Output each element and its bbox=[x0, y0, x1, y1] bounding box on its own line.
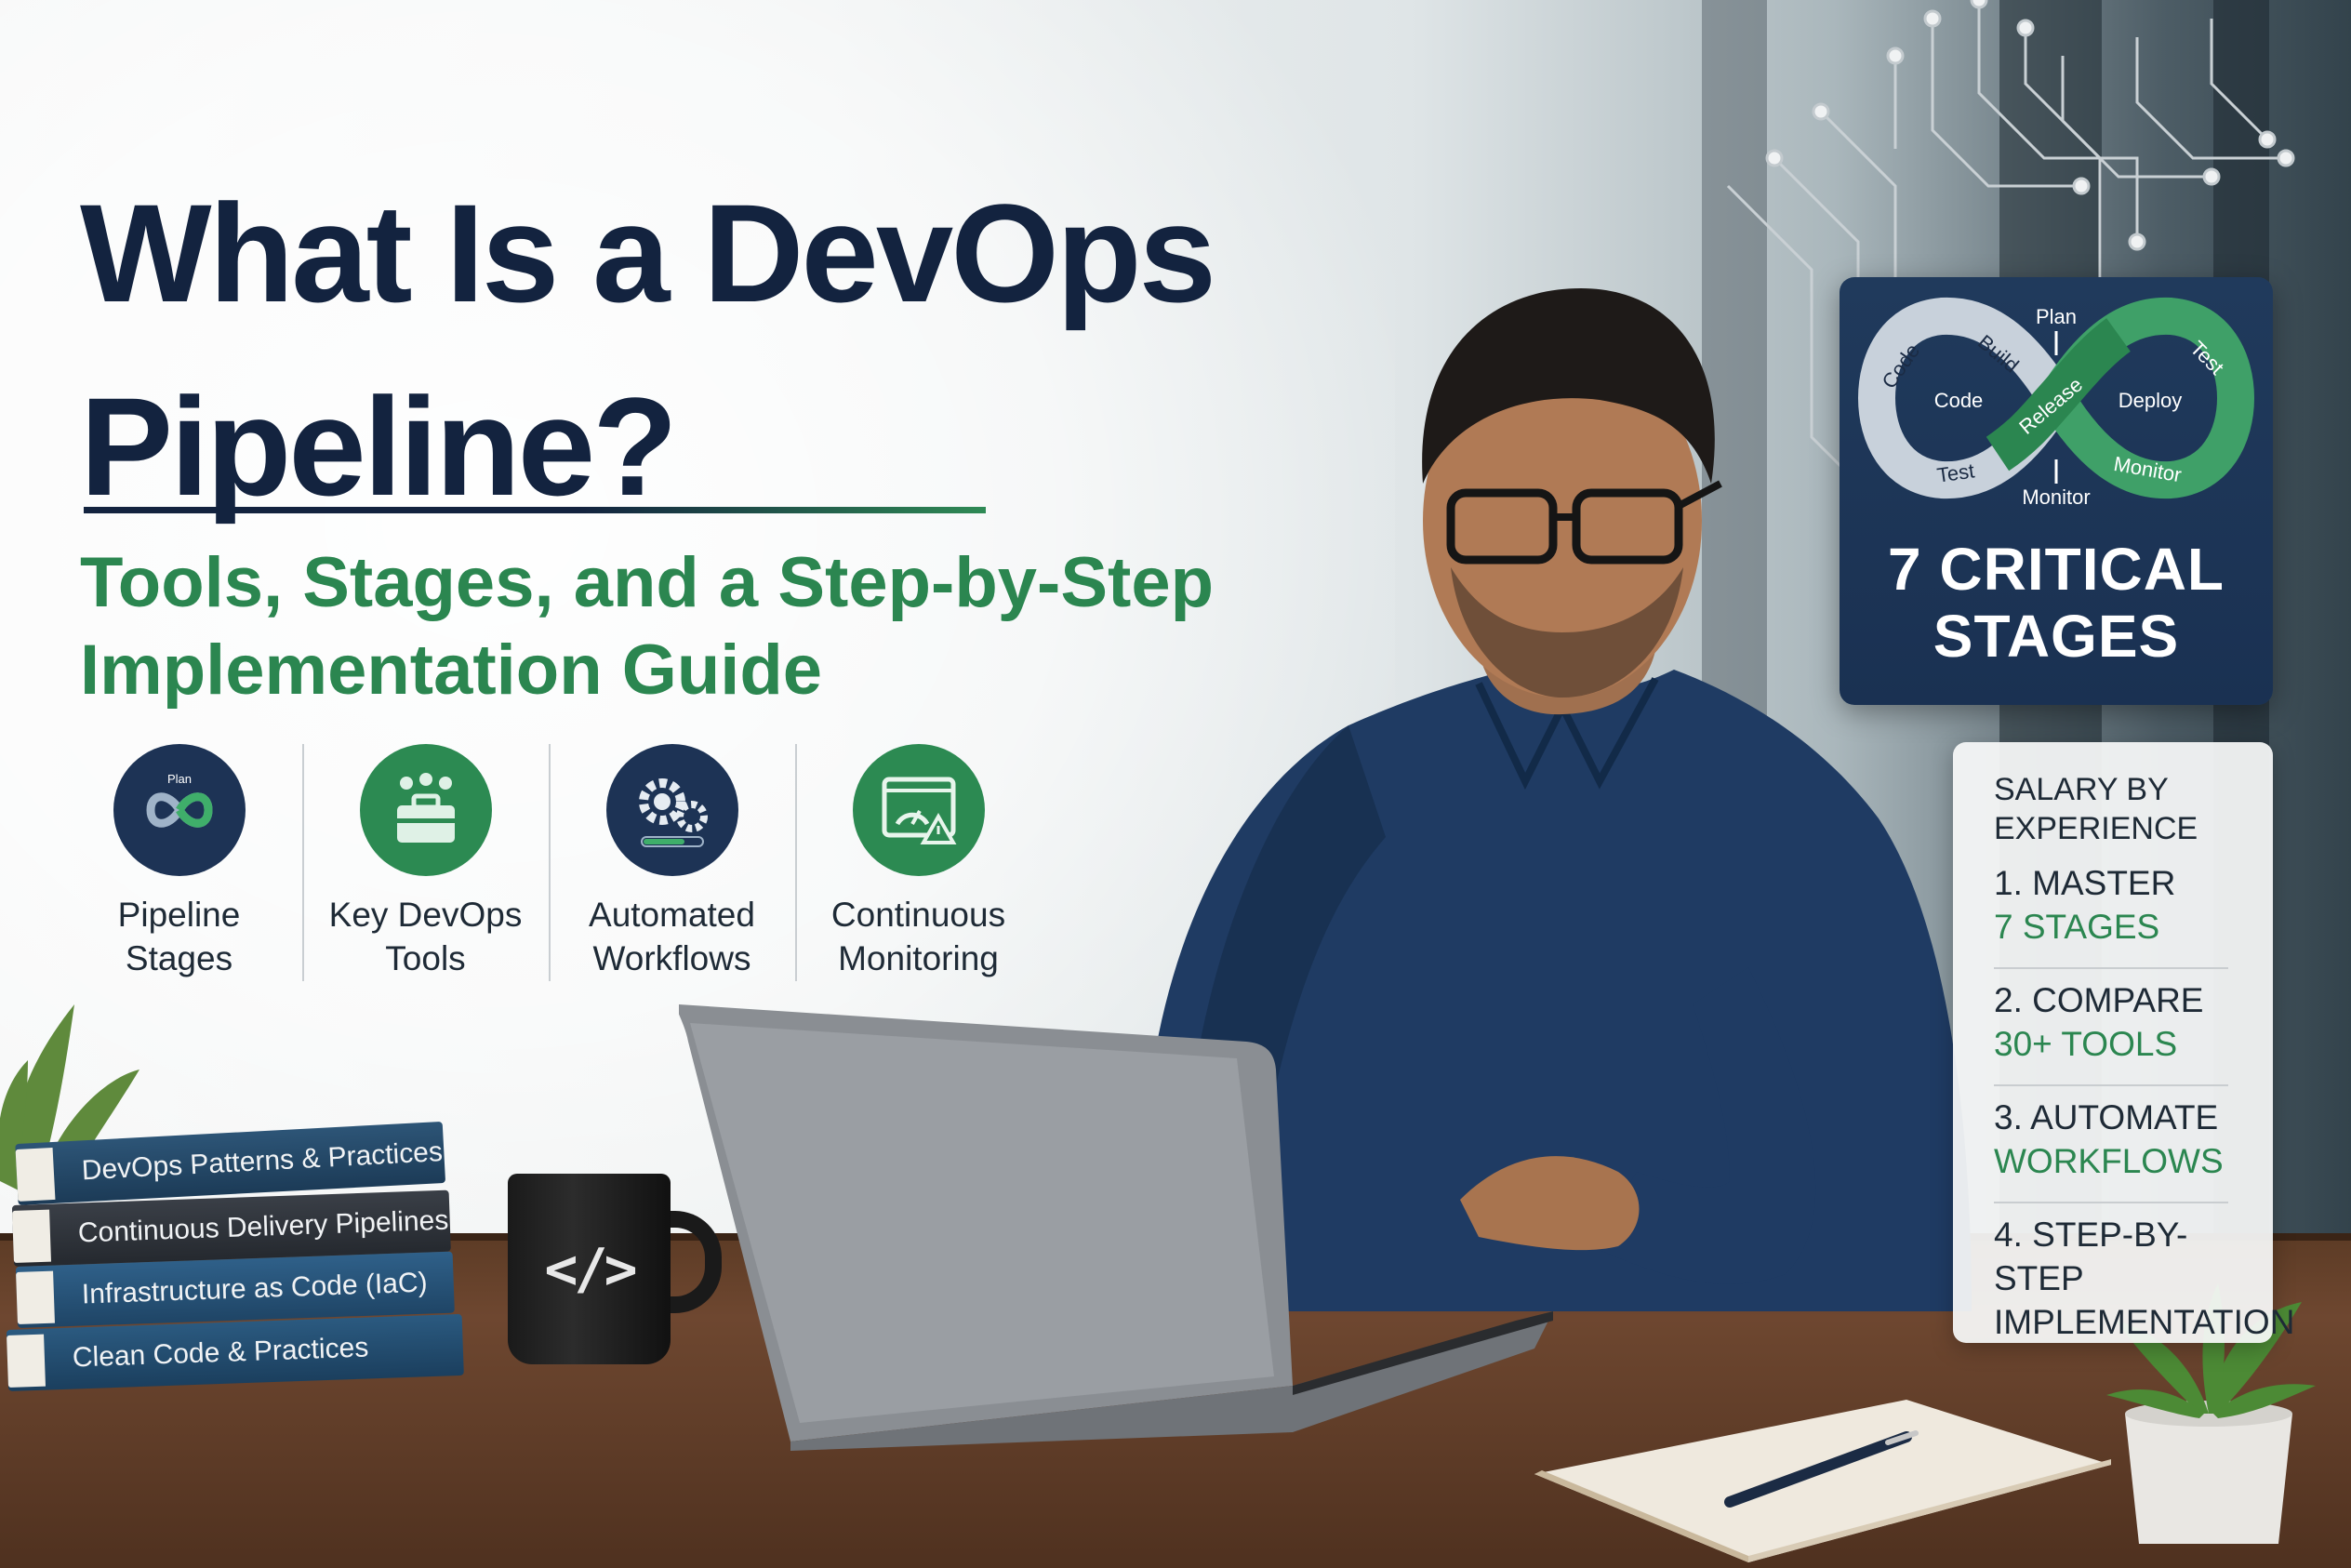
feature-label-line-1: Automated bbox=[589, 896, 755, 934]
book-title: Clean Code & Practices bbox=[72, 1332, 369, 1374]
book-title: Infrastructure as Code (IaC) bbox=[81, 1267, 429, 1310]
checklist-divider bbox=[1994, 1202, 2228, 1203]
checklist-item: 3. AUTOMATE WORKFLOWS bbox=[1994, 1096, 2264, 1183]
book-pages bbox=[16, 1270, 55, 1324]
feature-label-line-1: Key DevOps bbox=[328, 896, 523, 934]
checklist-item-step: 1. MASTER bbox=[1994, 864, 2176, 902]
gears-icon bbox=[605, 744, 738, 876]
checklist-item-detail: IMPLEMENTATION bbox=[1994, 1303, 2295, 1341]
coffee-mug: </> bbox=[508, 1174, 722, 1369]
feature-label-line-2: Stages bbox=[125, 939, 233, 977]
critical-stages-line-1: 7 CRITICAL bbox=[1888, 536, 2225, 603]
checklist-divider bbox=[1994, 1084, 2228, 1086]
feature-label-line-2: Workflows bbox=[592, 939, 751, 977]
critical-stages-line-2: STAGES bbox=[1933, 603, 2180, 670]
checklist-heading: SALARY BY EXPERIENCE bbox=[1994, 770, 2264, 848]
plan-label: Plan bbox=[166, 772, 191, 786]
checklist-item: 1. MASTER 7 STAGES bbox=[1994, 861, 2264, 949]
checklist-item-detail: 30+ TOOLS bbox=[1994, 1025, 2178, 1063]
laptop bbox=[679, 1004, 1553, 1451]
devops-infinity-loop-icon: Code Build Test Plan Code Release Deploy… bbox=[1857, 297, 2255, 509]
book-pages bbox=[12, 1209, 51, 1263]
feature-continuous-monitoring: Continuous Monitoring bbox=[795, 744, 1042, 986]
checklist-heading-line-2: EXPERIENCE bbox=[1994, 811, 2198, 846]
title-divider bbox=[84, 507, 986, 513]
critical-stages-card: Code Build Test Plan Code Release Deploy… bbox=[1840, 277, 2273, 705]
book-pages bbox=[7, 1334, 46, 1388]
checklist-item-step: 3. AUTOMATE bbox=[1994, 1098, 2219, 1136]
feature-label-line-1: Pipeline bbox=[117, 896, 241, 934]
checklist-item-detail: WORKFLOWS bbox=[1994, 1142, 2224, 1180]
checklist-item: 2. COMPARE 30+ TOOLS bbox=[1994, 978, 2264, 1066]
feature-label: Automated Workflows bbox=[589, 893, 755, 980]
infinity-loop-icon: Plan bbox=[113, 744, 246, 876]
feature-label-line-2: Tools bbox=[385, 939, 466, 977]
feature-key-devops-tools: Key DevOps Tools bbox=[302, 744, 549, 986]
loop-label-monitor: Monitor bbox=[2022, 485, 2090, 509]
checklist-item-detail: 7 STAGES bbox=[1994, 908, 2160, 946]
feature-label-line-2: Monitoring bbox=[838, 939, 999, 977]
book-pages bbox=[15, 1147, 56, 1202]
checklist-divider bbox=[1994, 967, 2228, 969]
feature-automated-workflows: Automated Workflows bbox=[549, 744, 795, 986]
book-title: DevOps Patterns & Practices bbox=[81, 1136, 444, 1187]
book-title: Continuous Delivery Pipelines bbox=[77, 1204, 449, 1249]
feature-pipeline-stages: Plan Pipeline Stages bbox=[56, 744, 302, 986]
feature-label: Continuous Monitoring bbox=[831, 893, 1005, 980]
loop-label-plan: Plan bbox=[2036, 305, 2077, 328]
feature-label-line-1: Continuous bbox=[830, 896, 1006, 934]
feature-row: Plan Pipeline Stages Key DevOps Tools Au… bbox=[56, 744, 1042, 986]
critical-stages-heading: 7 CRITICAL STAGES bbox=[1840, 536, 2273, 670]
checklist-item: 4. STEP-BY-STEP IMPLEMENTATION bbox=[1994, 1213, 2295, 1344]
notebook-with-pen bbox=[1534, 1400, 2111, 1562]
toolbox-icon bbox=[359, 744, 492, 876]
checklist-item-step: 4. STEP-BY-STEP bbox=[1994, 1216, 2188, 1297]
salary-checklist-card: SALARY BY EXPERIENCE 1. MASTER 7 STAGES … bbox=[1953, 742, 2295, 1344]
feature-label: Pipeline Stages bbox=[118, 893, 241, 980]
dashboard-alert-icon bbox=[852, 744, 985, 876]
code-symbol-text: </> bbox=[544, 1237, 637, 1302]
loop-label-deploy: Deploy bbox=[2119, 389, 2182, 412]
book-stack: DevOps Patterns & Practices Continuous D… bbox=[0, 1121, 465, 1442]
checklist-item-step: 2. COMPARE bbox=[1994, 981, 2204, 1019]
checklist-heading-line-1: SALARY BY bbox=[1994, 772, 2169, 807]
feature-label: Key DevOps Tools bbox=[329, 893, 523, 980]
loop-label-code-inner: Code bbox=[1934, 389, 1984, 412]
